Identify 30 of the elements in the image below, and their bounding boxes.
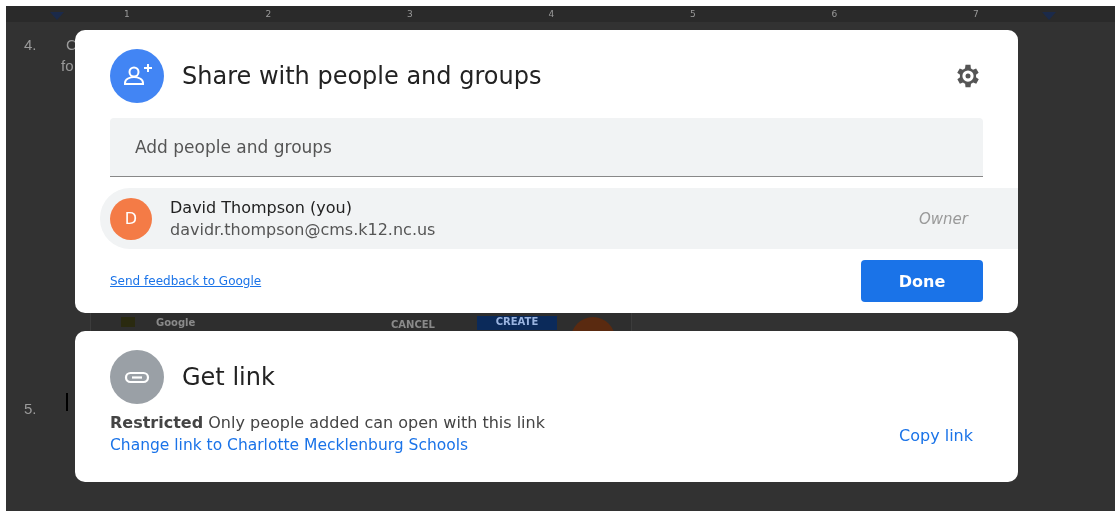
person-row[interactable]: D David Thompson (you) davidr.thompson@cms.k12.nc.us Owner bbox=[100, 188, 1018, 249]
document-text: fo bbox=[61, 57, 74, 74]
ruler-number: 2 bbox=[264, 9, 272, 19]
change-link[interactable]: Change link to Charlotte Mecklenburg Schools bbox=[110, 436, 469, 454]
brand-text: Google bbox=[156, 317, 196, 328]
avatar: D bbox=[110, 197, 152, 240]
cancel-text: CANCEL bbox=[391, 319, 435, 330]
person-email: davidr.thompson@cms.k12.nc.us bbox=[170, 220, 437, 239]
list-number: 5. bbox=[24, 400, 37, 417]
dialog-title: Share with people and groups bbox=[182, 62, 543, 90]
access-description: Restricted Only people added can open with this link bbox=[110, 413, 546, 432]
ruler-number: 6 bbox=[830, 9, 838, 19]
link-icon bbox=[110, 350, 164, 404]
add-person-icon bbox=[110, 49, 164, 103]
add-people-field[interactable]: Add people and groups bbox=[110, 118, 983, 177]
feedback-link[interactable]: Send feedback to Google bbox=[110, 274, 262, 288]
list-number: 4. bbox=[24, 36, 37, 53]
dialog-title: Get link bbox=[182, 363, 276, 391]
indent-marker-icon[interactable] bbox=[50, 12, 64, 20]
copy-link-button[interactable]: Copy link bbox=[889, 421, 983, 449]
text-cursor bbox=[66, 393, 68, 411]
indent-marker-icon[interactable] bbox=[1042, 12, 1056, 20]
ruler-number: 4 bbox=[547, 9, 555, 19]
role-label: Owner bbox=[919, 209, 968, 228]
ruler-number: 3 bbox=[406, 9, 413, 19]
done-button[interactable]: Done bbox=[861, 260, 983, 302]
person-name: David Thompson (you) bbox=[170, 198, 353, 217]
ruler-number: 5 bbox=[689, 9, 696, 19]
ruler-number: 1 bbox=[124, 9, 130, 19]
ruler-number: 7 bbox=[972, 9, 979, 19]
